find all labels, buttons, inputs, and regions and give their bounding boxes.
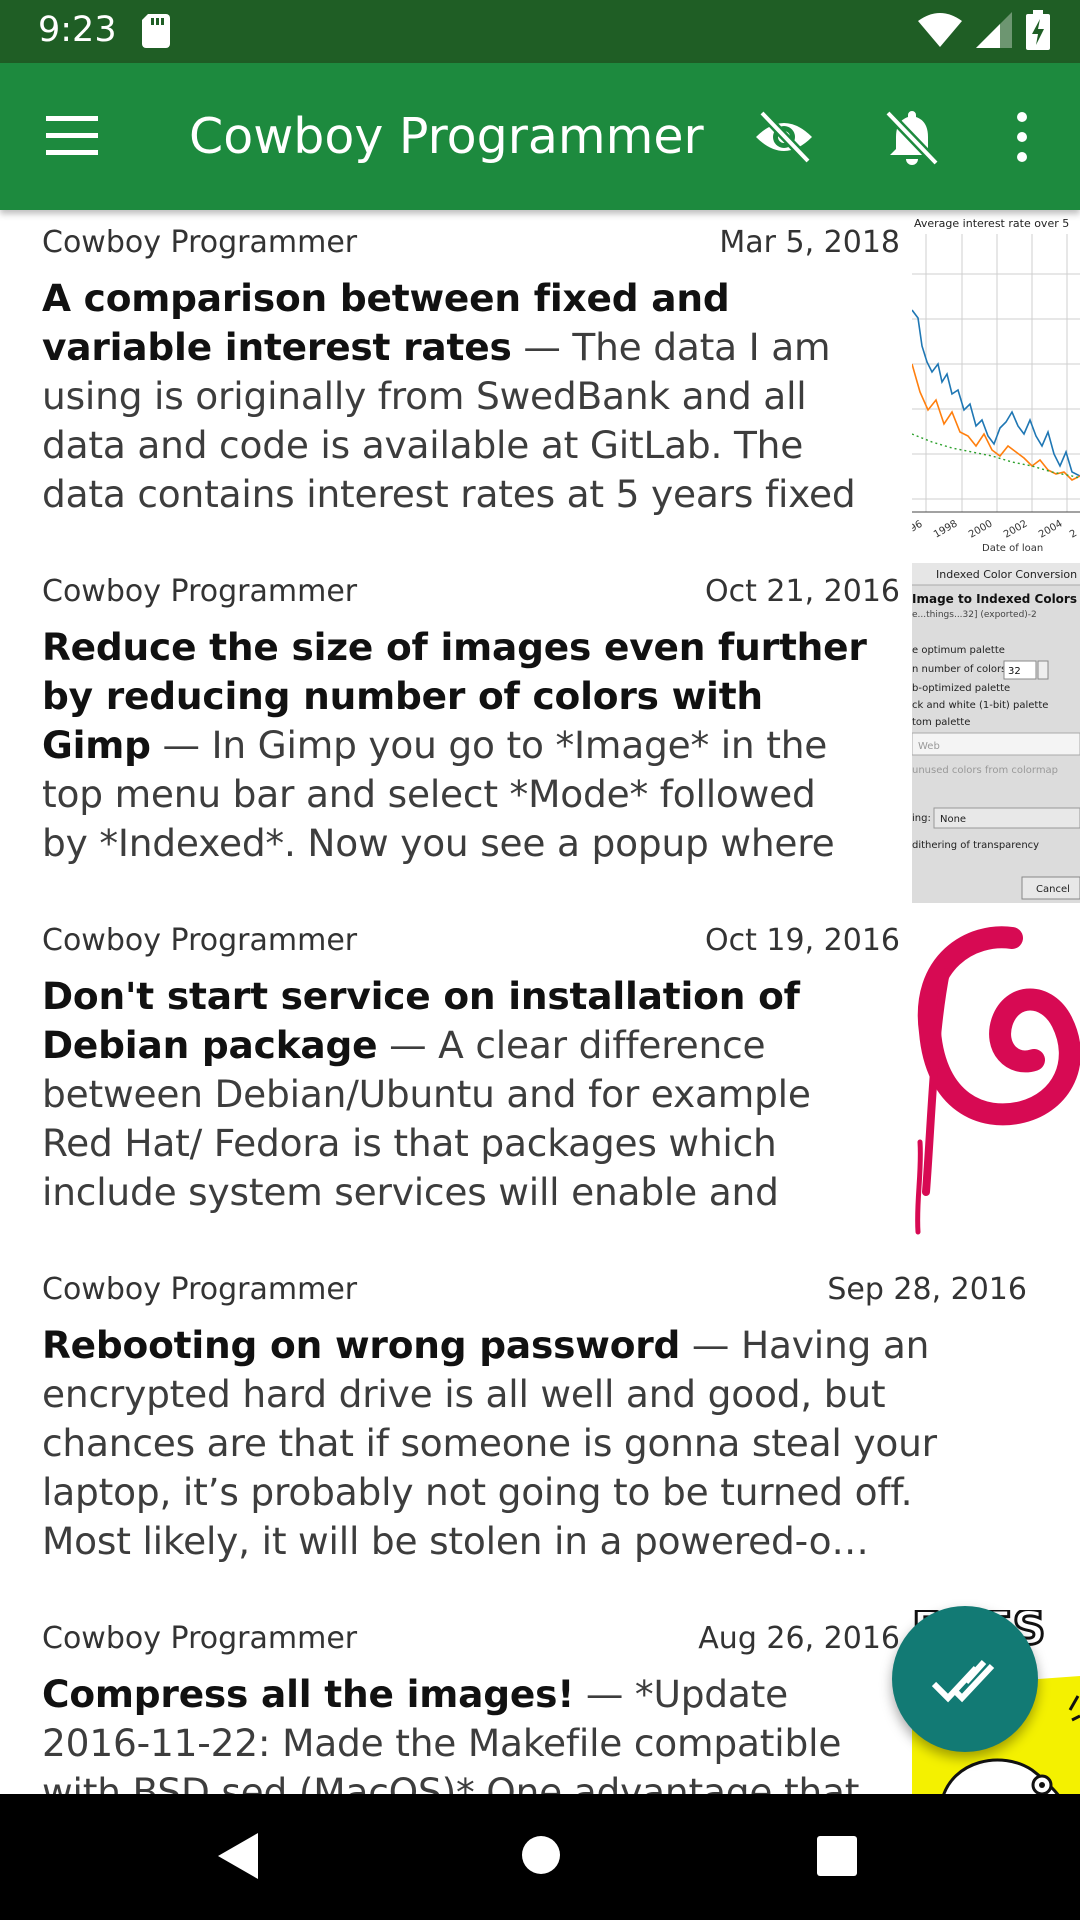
thumb-dialog-title: Indexed Color Conversion (936, 568, 1077, 581)
article-date: Oct 21, 2016 (705, 574, 900, 609)
article-text: Reduce the size of images even further b… (42, 623, 868, 868)
article-date: Mar 5, 2018 (719, 225, 900, 260)
status-time: 9:23 (38, 10, 117, 50)
article-author: Cowboy Programmer (42, 574, 358, 609)
article-text: A comparison between fixed and variable … (42, 274, 868, 519)
title-separator: — (377, 1023, 439, 1067)
article-author: Cowboy Programmer (42, 225, 358, 260)
thumb-dialog-transparency: dithering of transparency (912, 840, 1039, 851)
signal-icon (976, 12, 1012, 52)
article-text: Compress all the images! — *Update 2016-… (42, 1670, 868, 1794)
article-author: Cowboy Programmer (42, 1621, 358, 1656)
thumb-dialog-cancel: Cancel (1036, 884, 1070, 895)
sd-card-icon (142, 14, 170, 48)
title-separator: — (511, 325, 573, 369)
article-text: Rebooting on wrong password — Having an … (42, 1321, 1002, 1566)
article-item[interactable]: Cowboy Programmer Mar 5, 2018 A comparis… (0, 210, 1080, 559)
thumb-dialog-heading: Image to Indexed Colors (912, 592, 1077, 606)
navigation-bar (0, 1794, 1080, 1920)
visibility-off-icon[interactable] (754, 107, 814, 167)
article-item[interactable]: Cowboy Programmer Oct 21, 2016 Reduce th… (0, 559, 1080, 908)
title-separator: — (150, 723, 212, 767)
article-date: Oct 19, 2016 (705, 923, 900, 958)
thumb-dialog-dither-label: ing: (912, 813, 931, 824)
thumb-dialog-option: n number of colors: (912, 664, 1010, 675)
thumb-dialog-colors: 32 (1008, 666, 1021, 677)
article-title: Compress all the images! (42, 1672, 575, 1716)
thumb-dialog-option: b-optimized palette (912, 683, 1010, 694)
article-item[interactable]: Cowboy Programmer Oct 19, 2016 Don't sta… (0, 908, 1080, 1257)
article-author: Cowboy Programmer (42, 923, 358, 958)
article-date: Aug 26, 2016 (698, 1621, 900, 1656)
title-separator: — (574, 1672, 635, 1716)
status-bar: 9:23 (0, 0, 1080, 63)
app-title: Cowboy Programmer (189, 108, 704, 165)
thumb-dialog-option: tom palette (912, 717, 970, 728)
article-thumbnail-dialog: Indexed Color Conversion Image to Indexe… (912, 563, 1080, 903)
battery-charging-icon (1026, 10, 1050, 54)
mark-all-read-button[interactable] (892, 1606, 1038, 1752)
article-thumbnail-chart: Average interest rate over 5 96 1998 200… (912, 214, 1080, 554)
thumb-dialog-unused: unused colors from colormap (912, 765, 1058, 776)
article-title: Rebooting on wrong password (42, 1323, 681, 1367)
thumb-dialog-option: e optimum palette (912, 645, 1005, 656)
notifications-off-icon[interactable] (882, 107, 942, 167)
article-text: Don't start service on installation of D… (42, 972, 868, 1217)
back-icon[interactable] (218, 1833, 258, 1883)
article-date: Sep 28, 2016 (827, 1272, 1027, 1307)
debian-logo-icon (912, 912, 1080, 1252)
thumb-dialog-subheading: e...things...32] (exported)-2 (912, 610, 1037, 620)
thumb-dialog-option: ck and white (1-bit) palette (912, 700, 1048, 711)
more-vert-icon[interactable] (1000, 107, 1044, 167)
thumb-x-label: Date of loan (982, 543, 1043, 554)
wifi-icon (918, 13, 962, 51)
thumb-dialog-palette: Web (918, 741, 940, 752)
recents-icon[interactable] (817, 1836, 857, 1880)
home-icon[interactable] (521, 1835, 561, 1879)
thumb-chart-title: Average interest rate over 5 (914, 217, 1069, 230)
menu-icon[interactable] (46, 116, 98, 156)
article-author: Cowboy Programmer (42, 1272, 358, 1307)
title-separator: — (680, 1323, 741, 1367)
thumb-dialog-dither-value: None (940, 814, 966, 825)
article-feed[interactable]: Cowboy Programmer Mar 5, 2018 A comparis… (0, 210, 1080, 1794)
article-item[interactable]: Cowboy Programmer Sep 28, 2016 Rebooting… (0, 1257, 1080, 1606)
app-bar: Cowboy Programmer (0, 63, 1080, 210)
